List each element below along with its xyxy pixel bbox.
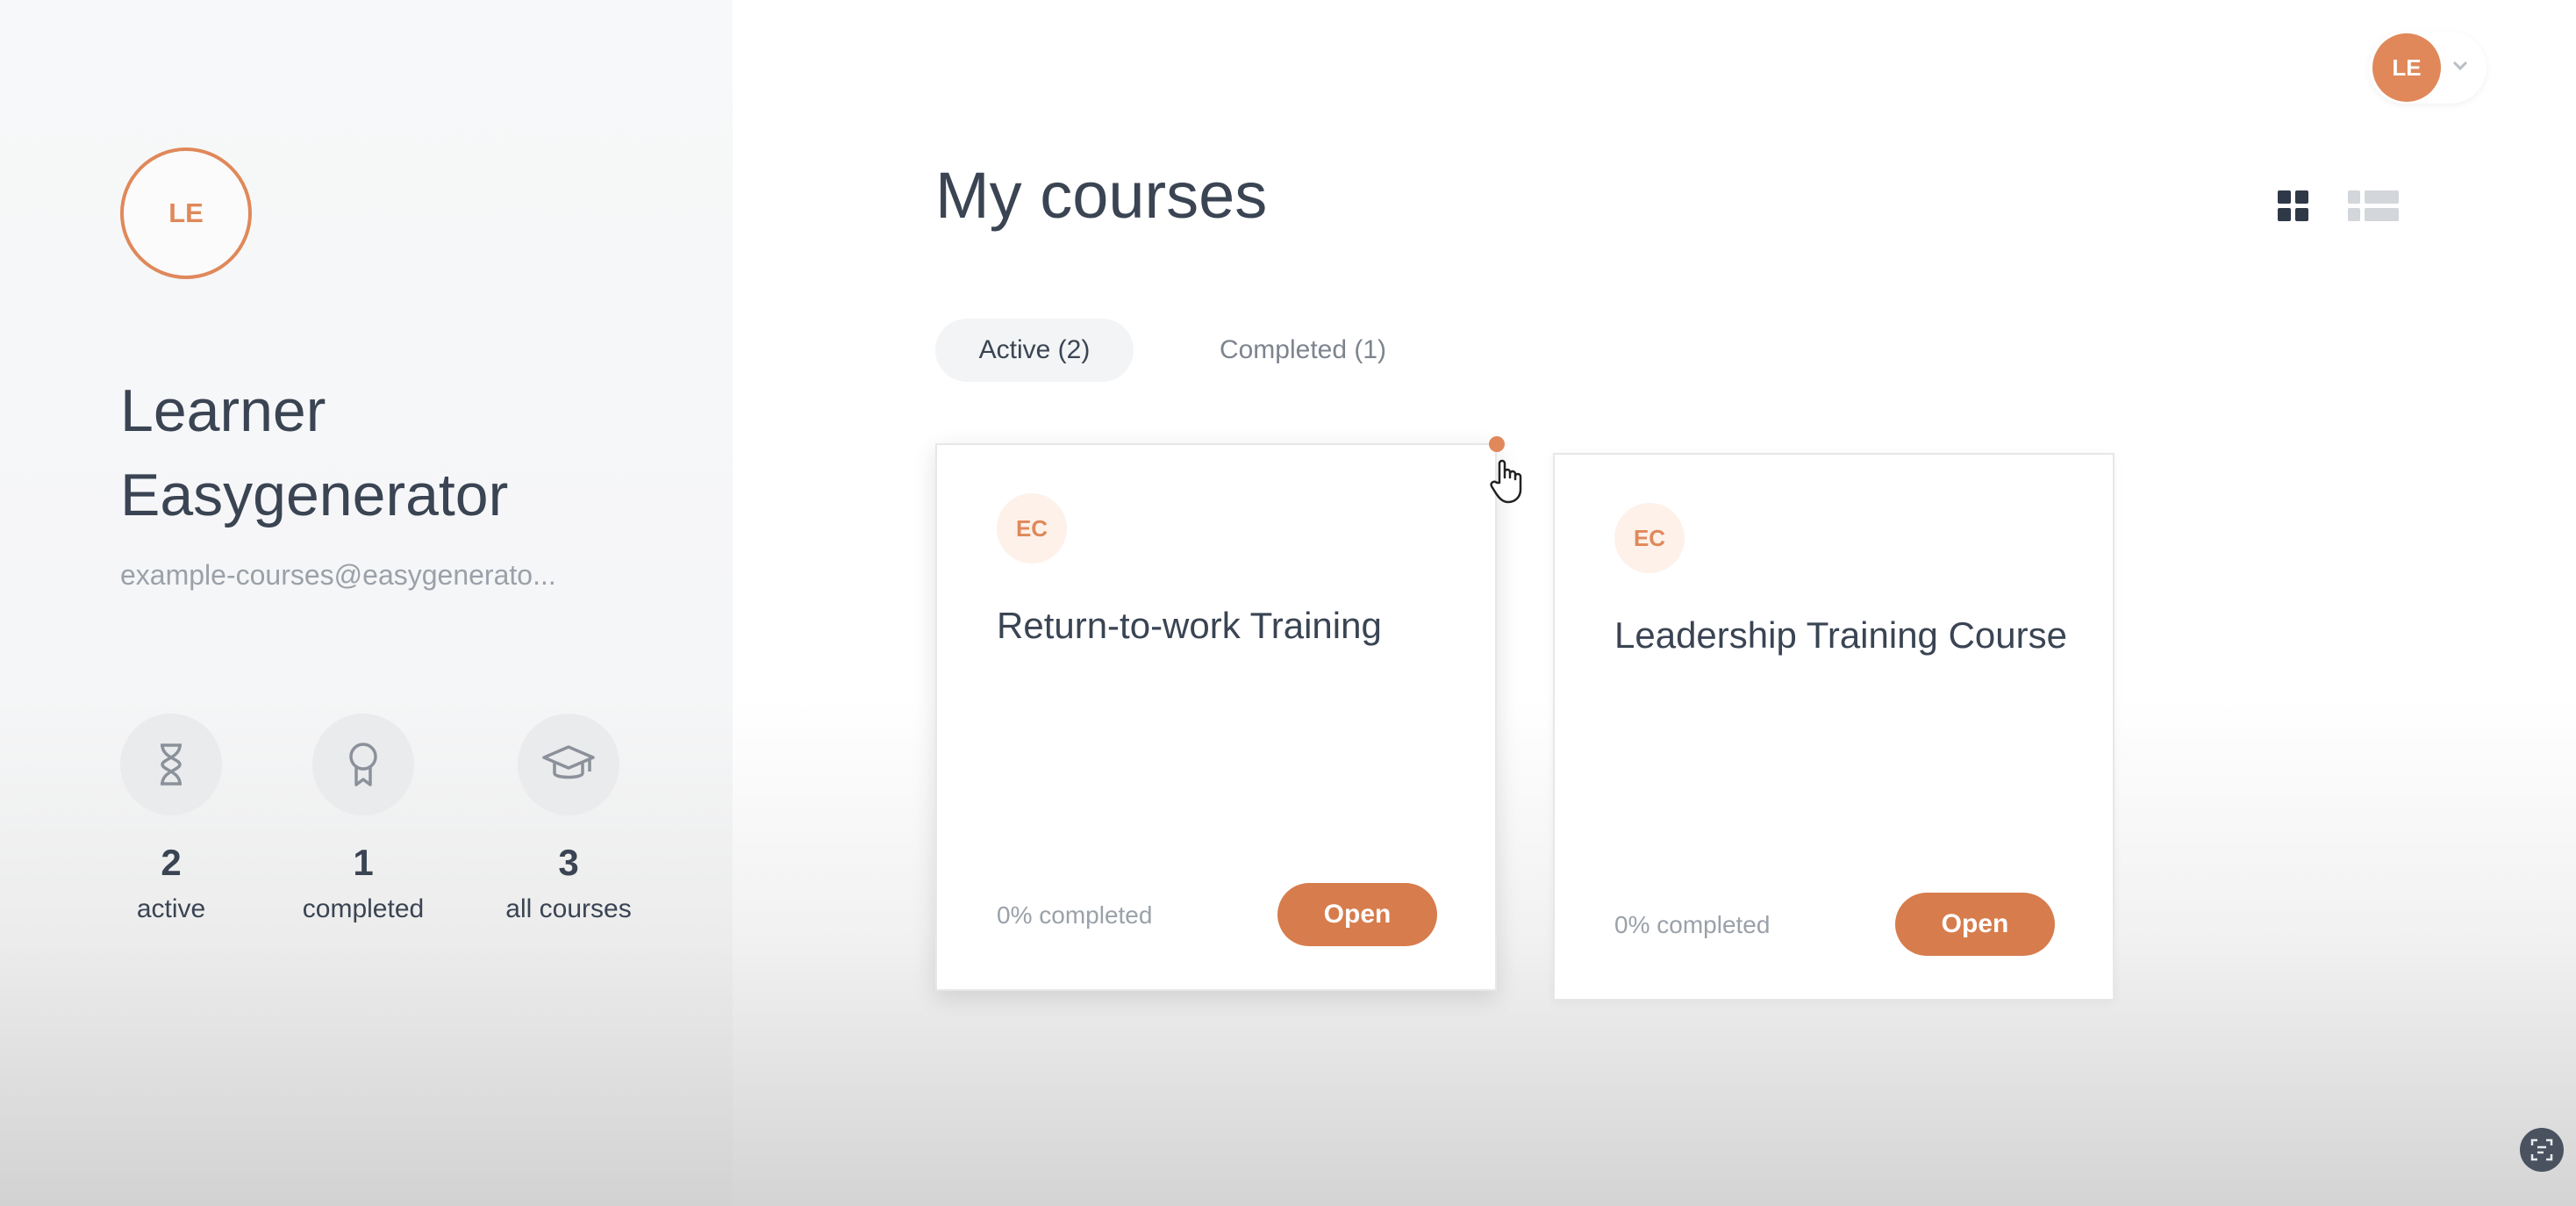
grid-view-icon[interactable] [2278, 190, 2309, 222]
course-badge: EC [1614, 503, 1685, 573]
profile-sidebar: LE Learner Easygenerator example-courses… [0, 0, 733, 1206]
course-progress: 0% completed [997, 901, 1153, 929]
tab-active[interactable]: Active (2) [935, 319, 1134, 382]
course-card[interactable]: EC Return-to-work Training 0% completed … [935, 443, 1497, 991]
stat-active-label: active [136, 894, 206, 923]
tab-completed[interactable]: Completed (1) [1193, 319, 1413, 382]
stat-completed: 1 completed [293, 714, 433, 924]
profile-initials: LE [168, 197, 204, 228]
award-icon [312, 714, 414, 815]
stat-completed-value: 1 [353, 842, 374, 883]
list-view-icon[interactable] [2348, 190, 2399, 222]
user-initials: LE [2392, 54, 2422, 81]
profile-avatar: LE [120, 147, 252, 279]
chevron-down-icon [2451, 60, 2469, 76]
profile-name: Learner Easygenerator [120, 377, 509, 528]
stat-all-courses-value: 3 [558, 842, 579, 883]
profile-email: example-courses@easygenerato... [120, 559, 556, 591]
course-title: Return-to-work Training [997, 605, 1382, 646]
user-avatar: LE [2372, 33, 2441, 102]
open-course-button[interactable]: Open [1895, 893, 2055, 956]
hand-cursor-icon [1489, 458, 1524, 508]
hourglass-icon [120, 714, 222, 815]
scan-icon[interactable] [2520, 1128, 2564, 1172]
course-progress: 0% completed [1614, 911, 1771, 938]
stat-completed-label: completed [302, 894, 425, 923]
graduation-cap-icon [518, 714, 619, 815]
course-badge: EC [997, 493, 1067, 564]
course-title: Leadership Training Course [1614, 614, 2067, 656]
open-course-button[interactable]: Open [1277, 883, 1437, 946]
course-card[interactable]: EC Leadership Training Course 0% complet… [1553, 453, 2114, 1001]
page-title: My courses [935, 159, 1268, 232]
notification-dot [1489, 436, 1505, 452]
stat-all-courses: 3 all courses [498, 714, 639, 924]
stat-active-value: 2 [161, 842, 182, 883]
stat-active: 2 active [120, 714, 222, 924]
stat-all-courses-label: all courses [505, 894, 632, 923]
user-menu-button[interactable]: LE [2369, 32, 2487, 104]
